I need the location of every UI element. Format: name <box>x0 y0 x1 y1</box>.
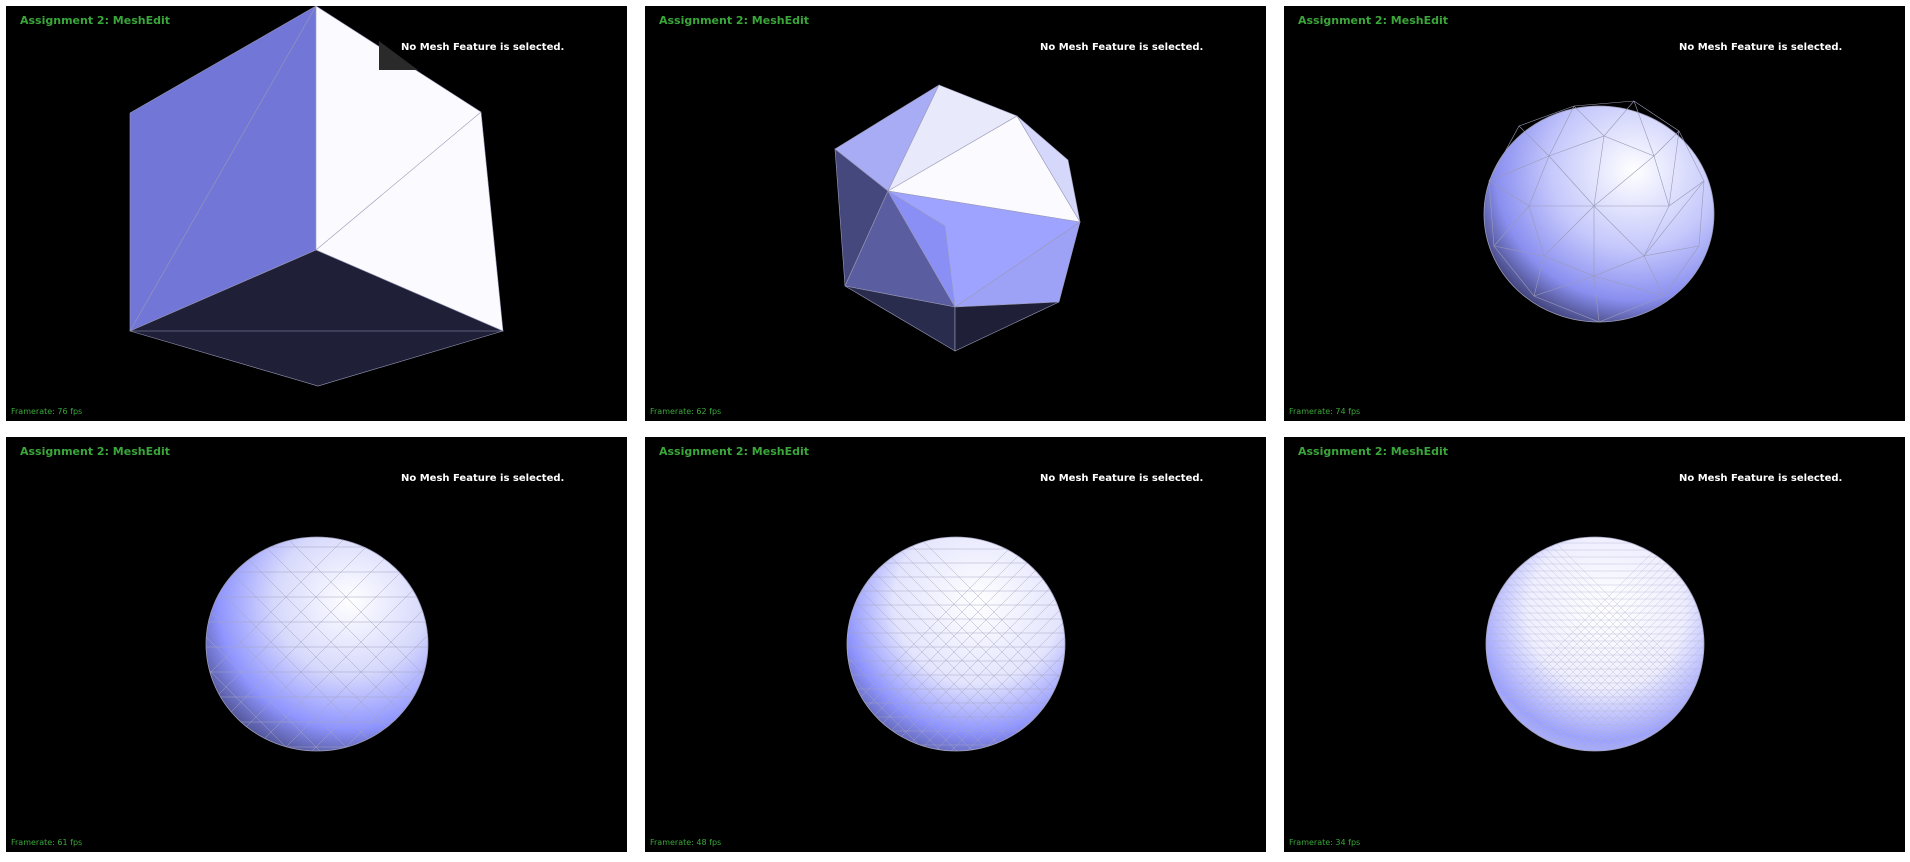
selection-status: No Mesh Feature is selected. <box>1040 42 1204 53</box>
mesh-viewport[interactable] <box>6 437 627 852</box>
meshedit-window-1[interactable]: Assignment 2: MeshEdit No Mesh Feature i… <box>6 6 627 421</box>
framerate-readout: Framerate: 34 fps <box>1289 838 1361 847</box>
app-title: Assignment 2: MeshEdit <box>20 445 171 458</box>
meshedit-window-4[interactable]: Assignment 2: MeshEdit No Mesh Feature i… <box>6 437 627 852</box>
meshedit-window-5[interactable]: Assignment 2: MeshEdit No Mesh Feature i… <box>645 437 1266 852</box>
app-title: Assignment 2: MeshEdit <box>1298 14 1449 27</box>
selection-status: No Mesh Feature is selected. <box>401 42 565 53</box>
framerate-readout: Framerate: 61 fps <box>11 838 83 847</box>
selection-status: No Mesh Feature is selected. <box>1679 42 1843 53</box>
selection-status: No Mesh Feature is selected. <box>1040 473 1204 484</box>
mesh-surface <box>846 536 1066 752</box>
app-title: Assignment 2: MeshEdit <box>1298 445 1449 458</box>
app-title: Assignment 2: MeshEdit <box>659 445 810 458</box>
mesh-viewport[interactable] <box>1284 437 1905 852</box>
mesh-viewport[interactable] <box>645 437 1266 852</box>
mesh-surface <box>1485 536 1705 752</box>
selection-status: No Mesh Feature is selected. <box>1679 473 1843 484</box>
mesh-viewport[interactable] <box>1284 6 1905 421</box>
framerate-readout: Framerate: 76 fps <box>11 407 83 416</box>
mesh-viewport[interactable] <box>645 6 1266 421</box>
framerate-readout: Framerate: 74 fps <box>1289 407 1361 416</box>
selection-status: No Mesh Feature is selected. <box>401 473 565 484</box>
mesh-face <box>954 301 1060 352</box>
framerate-readout: Framerate: 62 fps <box>650 407 722 416</box>
mesh-viewport[interactable] <box>6 6 627 421</box>
framerate-readout: Framerate: 48 fps <box>650 838 722 847</box>
meshedit-window-3[interactable]: Assignment 2: MeshEdit No Mesh Feature i… <box>1284 6 1905 421</box>
app-title: Assignment 2: MeshEdit <box>20 14 171 27</box>
mesh-surface <box>1483 105 1715 323</box>
app-title: Assignment 2: MeshEdit <box>659 14 810 27</box>
meshedit-window-6[interactable]: Assignment 2: MeshEdit No Mesh Feature i… <box>1284 437 1905 852</box>
meshedit-window-2[interactable]: Assignment 2: MeshEdit No Mesh Feature i… <box>645 6 1266 421</box>
